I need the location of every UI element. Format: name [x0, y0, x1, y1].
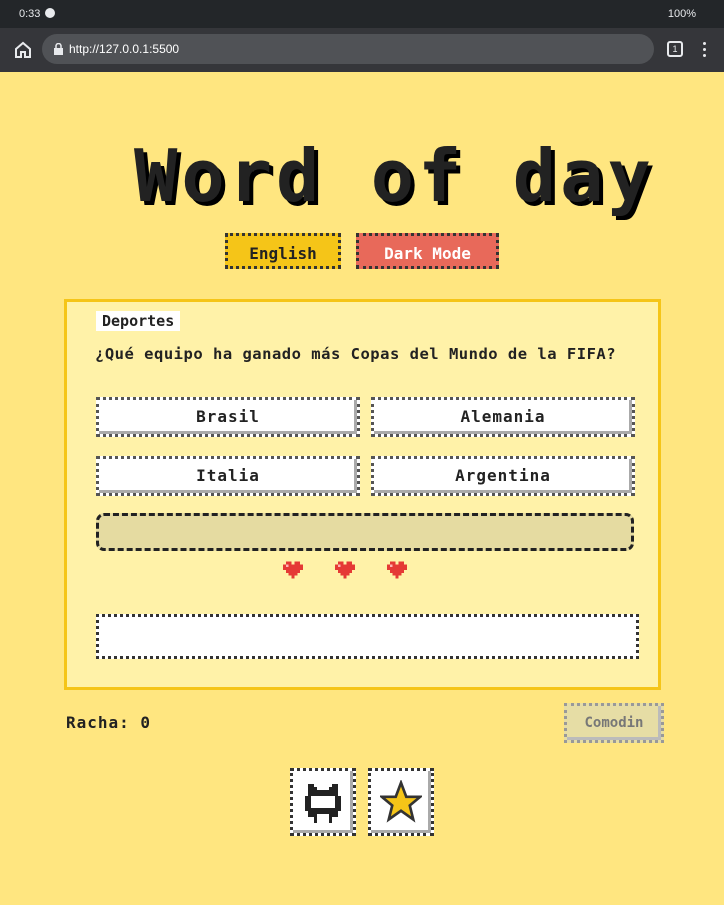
- wildcard-button[interactable]: Comodin: [564, 703, 664, 743]
- address-bar[interactable]: http://127.0.0.1:5500: [42, 34, 654, 64]
- heart-icon: [387, 561, 407, 579]
- tab-switcher-button[interactable]: 1: [667, 41, 683, 57]
- category-label: Deportes: [96, 311, 181, 331]
- dark-mode-button[interactable]: Dark Mode: [356, 233, 499, 269]
- heart-icon: [335, 561, 355, 579]
- star-button[interactable]: [368, 768, 434, 836]
- lock-icon: [54, 43, 63, 55]
- battery-status: 100%: [667, 8, 696, 20]
- answer-input[interactable]: [96, 614, 639, 659]
- page-title: Word of day: [134, 134, 655, 218]
- question-text: ¿Qué equipo ha ganado más Copas del Mund…: [95, 345, 617, 363]
- option-button[interactable]: Argentina: [371, 456, 635, 496]
- github-button[interactable]: [290, 768, 356, 836]
- spotify-icon: [45, 8, 55, 18]
- option-button[interactable]: Alemania: [371, 397, 635, 437]
- language-button[interactable]: English: [225, 233, 341, 269]
- option-button[interactable]: Italia: [96, 456, 360, 496]
- option-button[interactable]: Brasil: [96, 397, 360, 437]
- answer-display: [96, 513, 634, 551]
- menu-icon[interactable]: [701, 40, 707, 60]
- streak-counter: Racha: 0: [66, 713, 152, 732]
- quiz-card: Deportes ¿Qué equipo ha ganado más Copas…: [64, 299, 661, 690]
- status-time: 0:33: [19, 8, 41, 20]
- home-icon[interactable]: [13, 40, 33, 60]
- lives-indicator: [283, 560, 413, 582]
- heart-icon: [283, 561, 303, 579]
- browser-toolbar: http://127.0.0.1:5500 1: [0, 28, 724, 72]
- status-bar: 0:33 100%: [0, 0, 724, 28]
- github-icon: [305, 784, 341, 823]
- star-icon: [380, 780, 422, 823]
- url-text: http://127.0.0.1:5500: [69, 42, 180, 56]
